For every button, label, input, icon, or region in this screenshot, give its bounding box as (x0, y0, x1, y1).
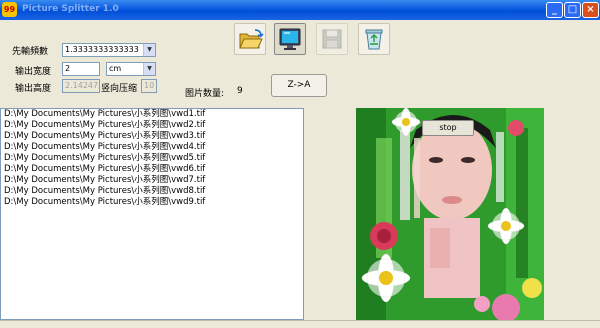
list-item[interactable]: D:\My Documents\My Pictures\小系列图\vwd7.ti… (1, 175, 303, 186)
output-height-input[interactable]: 2.14247 (62, 79, 100, 93)
recycle-bin-button[interactable] (358, 23, 390, 55)
stop-button[interactable]: stop (422, 120, 474, 136)
output-width-label: 输出宽度 (15, 67, 52, 77)
list-item[interactable]: D:\My Documents\My Pictures\小系列图\vwd3.ti… (1, 131, 303, 142)
title-bar: 99 Picture Splitter 1.0 _ □ × (0, 0, 600, 20)
close-button[interactable]: × (582, 2, 599, 18)
maximize-button[interactable]: □ (564, 2, 581, 18)
output-frames-label: 先輸頻數 (12, 47, 49, 57)
list-item[interactable]: D:\My Documents\My Pictures\小系列图\vwd4.ti… (1, 142, 303, 153)
output-width-input[interactable]: 2 (62, 62, 100, 76)
list-item[interactable]: D:\My Documents\My Pictures\小系列图\vwd6.ti… (1, 164, 303, 175)
list-item[interactable]: D:\My Documents\My Pictures\小系列图\vwd9.ti… (1, 197, 303, 208)
image-count-value: 9 (237, 86, 243, 96)
vertical-compress-label: 竖向压缩 (101, 84, 138, 94)
chevron-down-icon[interactable]: ▼ (143, 63, 155, 75)
chevron-down-icon[interactable]: ▼ (143, 44, 155, 56)
list-item[interactable]: D:\My Documents\My Pictures\小系列图\vwd2.ti… (1, 120, 303, 131)
list-item[interactable]: D:\My Documents\My Pictures\小系列图\vwd8.ti… (1, 186, 303, 197)
output-frames-value: 1.3333333333333 (65, 45, 139, 54)
unit-value: cm (109, 64, 122, 73)
app-icon: 99 (2, 2, 17, 17)
image-count-label: 图片数量: (185, 89, 225, 99)
list-item[interactable]: D:\My Documents\My Pictures\小系列图\vwd1.ti… (1, 109, 303, 120)
save-button[interactable] (316, 23, 348, 55)
output-height-label: 输出高度 (15, 84, 52, 94)
preview-artwork (356, 108, 544, 320)
minimize-button[interactable]: _ (546, 2, 563, 18)
vertical-compress-input[interactable]: 10 (141, 79, 157, 93)
window-title: Picture Splitter 1.0 (22, 4, 119, 14)
sort-z-to-a-button[interactable]: Z->A (271, 74, 327, 97)
file-list[interactable]: D:\My Documents\My Pictures\小系列图\vwd1.ti… (0, 108, 304, 320)
folder-open-icon (239, 29, 264, 49)
open-folder-button[interactable] (234, 23, 266, 55)
monitor-icon (279, 28, 301, 50)
recycle-bin-icon (365, 29, 383, 50)
image-preview (356, 108, 544, 320)
output-frames-select[interactable]: 1.3333333333333 ▼ (62, 43, 156, 57)
list-item[interactable]: D:\My Documents\My Pictures\小系列图\vwd5.ti… (1, 153, 303, 164)
floppy-disk-icon (322, 29, 342, 49)
output-width-unit-select[interactable]: cm ▼ (106, 62, 156, 76)
display-button[interactable] (274, 23, 306, 55)
